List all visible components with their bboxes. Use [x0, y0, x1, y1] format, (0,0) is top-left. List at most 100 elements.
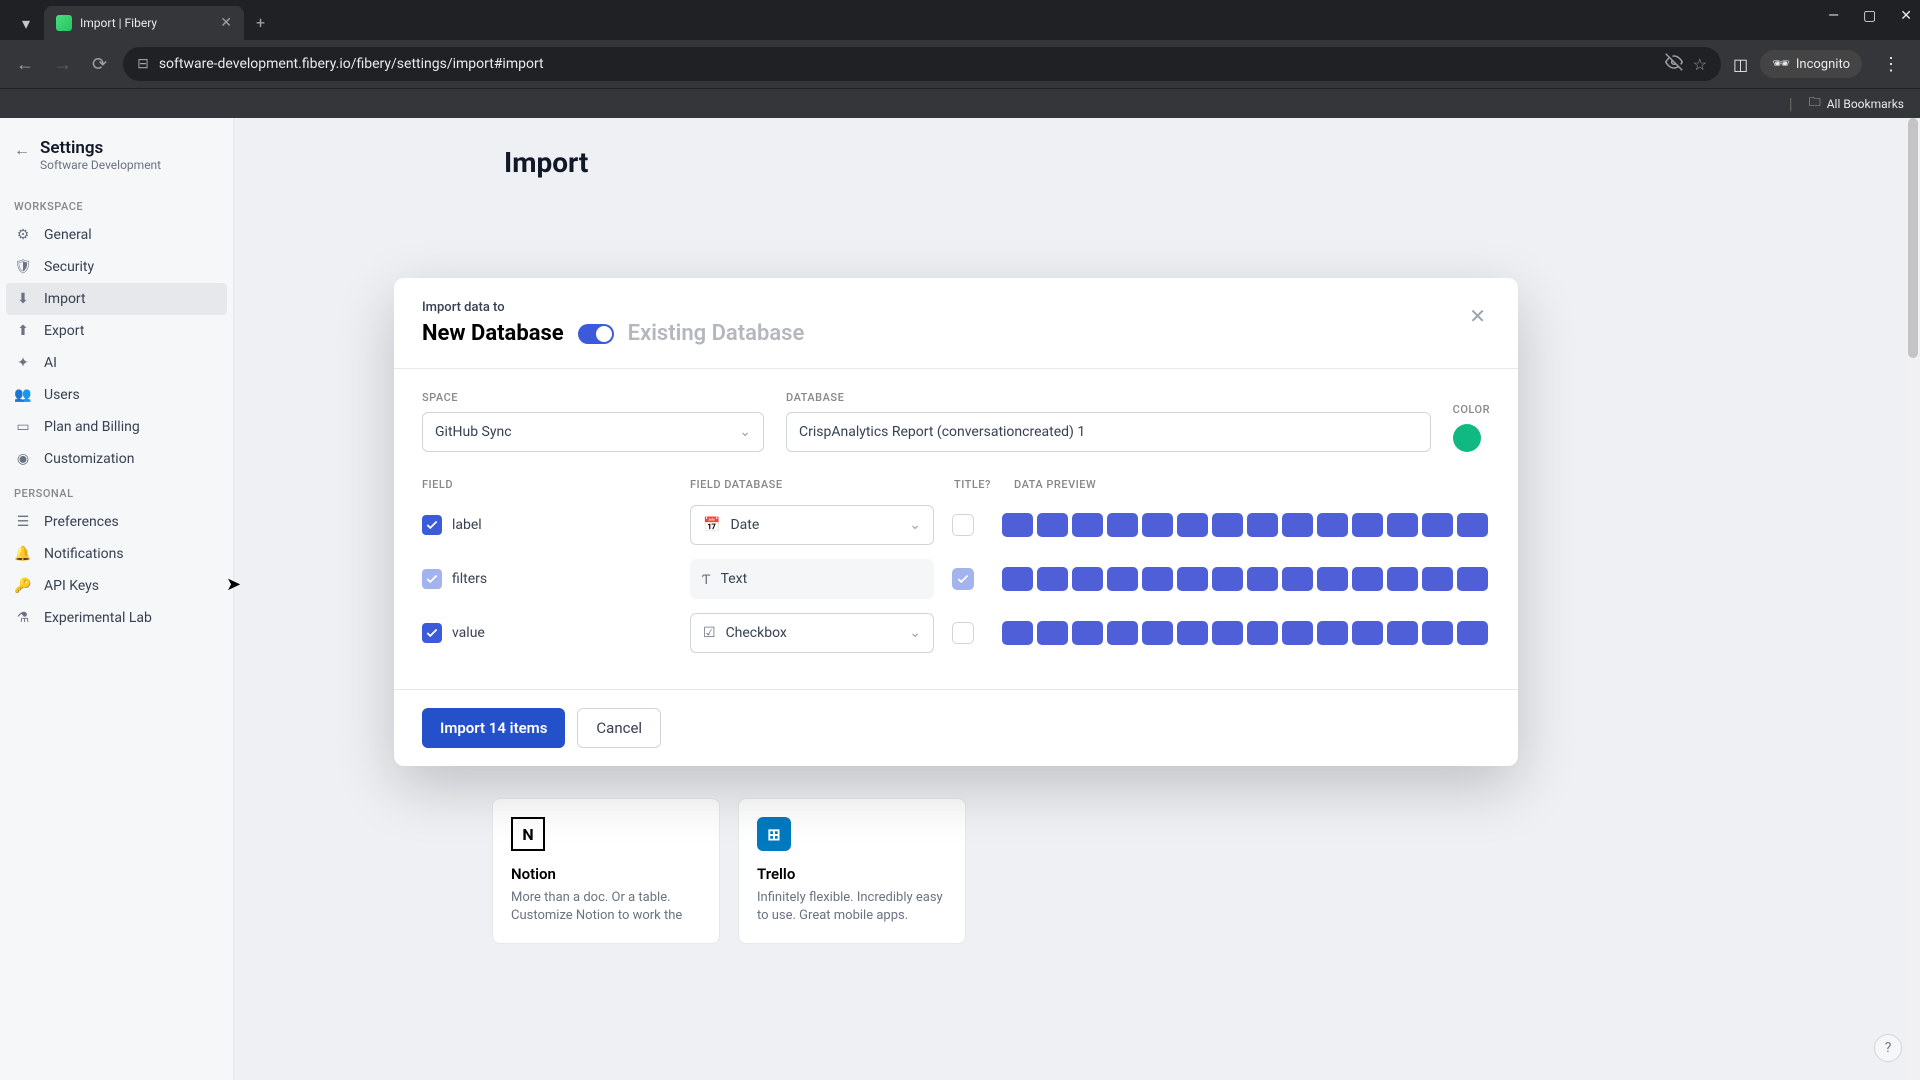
data-preview: [1002, 567, 1488, 591]
sidebar-item-ai[interactable]: ✦ AI: [0, 347, 233, 379]
scrollbar-thumb[interactable]: [1908, 118, 1918, 358]
field-row-value: value ☑ Checkbox ⌄: [422, 613, 1490, 653]
users-icon: 👥: [14, 386, 32, 404]
field-checkbox[interactable]: [422, 515, 442, 535]
close-window-icon[interactable]: ✕: [1900, 8, 1912, 24]
card-desc: Infinitely flexible. Incredibly easy to …: [757, 889, 947, 925]
eye-blocked-icon[interactable]: [1665, 53, 1683, 75]
import-button[interactable]: Import 14 items: [422, 708, 565, 748]
sidebar-item-customization[interactable]: ◉Customization: [0, 443, 233, 475]
sidebar-item-security[interactable]: 🛡Security: [0, 251, 233, 283]
import-icon: ⬇: [14, 290, 32, 308]
side-panel-icon[interactable]: ◫: [1733, 55, 1748, 74]
sidebar-item-billing[interactable]: ▭Plan and Billing: [0, 411, 233, 443]
title-checkbox[interactable]: [952, 622, 974, 644]
section-workspace: WORKSPACE: [0, 188, 233, 219]
trello-icon: ⊞: [757, 817, 791, 851]
back-button[interactable]: ←: [12, 50, 38, 79]
address-bar[interactable]: ⊟ software-development.fibery.io/fibery/…: [123, 47, 1721, 81]
sidebar-item-general[interactable]: ⚙General: [0, 219, 233, 251]
field-row-label: label 📅 Date ⌄: [422, 505, 1490, 545]
text-icon: Ƭ: [702, 571, 711, 588]
scrollbar-track[interactable]: [1906, 118, 1920, 1080]
preview-header: DATA PREVIEW: [1014, 478, 1490, 491]
sidebar-item-label: Export: [44, 323, 84, 339]
site-settings-icon[interactable]: ⊟: [137, 56, 149, 72]
data-preview: [1002, 513, 1488, 537]
space-value: GitHub Sync: [435, 424, 512, 440]
settings-sidebar: ← Settings Software Development WORKSPAC…: [0, 118, 234, 1080]
existing-database-option[interactable]: Existing Database: [628, 321, 805, 346]
sidebar-item-api-keys[interactable]: 🔑 API Keys: [0, 570, 233, 602]
field-name: label: [452, 517, 690, 533]
main-area: Import data into Fibery. Tasks, Docs, Ch…: [234, 118, 1920, 1080]
field-row-filters: filters Ƭ Text: [422, 559, 1490, 599]
all-bookmarks-button[interactable]: 🗀 All Bookmarks: [1809, 93, 1904, 114]
forward-button[interactable]: →: [50, 50, 76, 79]
sidebar-item-users[interactable]: 👥Users: [0, 379, 233, 411]
close-icon[interactable]: ✕: [1465, 300, 1490, 332]
help-button[interactable]: ?: [1874, 1034, 1902, 1062]
browser-menu-icon[interactable]: ⋮: [1874, 50, 1908, 79]
app-content: ← Settings Software Development WORKSPAC…: [0, 118, 1920, 1080]
title-checkbox[interactable]: [952, 568, 974, 590]
new-tab-button[interactable]: +: [244, 5, 277, 40]
field-checkbox[interactable]: [422, 623, 442, 643]
color-label: COLOR: [1453, 403, 1490, 416]
calendar-icon: 📅: [703, 517, 720, 533]
incognito-label: Incognito: [1796, 57, 1850, 72]
browser-tab[interactable]: Import | Fibery ✕: [44, 6, 244, 40]
card-desc: More than a doc. Or a table. Customize N…: [511, 889, 701, 925]
minimize-icon[interactable]: —: [1828, 8, 1839, 24]
database-toggle[interactable]: [578, 324, 614, 344]
sidebar-item-experimental[interactable]: ⚗Experimental Lab: [0, 602, 233, 634]
field-type-readonly: Ƭ Text: [690, 559, 934, 599]
cancel-button[interactable]: Cancel: [577, 708, 661, 748]
chevron-down-icon: ⌄: [909, 625, 921, 641]
field-type-select[interactable]: ☑ Checkbox ⌄: [690, 613, 934, 653]
space-label: SPACE: [422, 391, 764, 404]
sidebar-item-preferences[interactable]: ☰Preferences: [0, 506, 233, 538]
title-checkbox[interactable]: [952, 514, 974, 536]
incognito-icon: 🕶: [1772, 56, 1790, 72]
field-type-value: Text: [721, 571, 748, 587]
field-name: filters: [452, 571, 690, 587]
field-name: value: [452, 625, 690, 641]
incognito-badge[interactable]: 🕶 Incognito: [1760, 50, 1862, 78]
sidebar-item-label: Plan and Billing: [44, 419, 140, 435]
field-type-select[interactable]: 📅 Date ⌄: [690, 505, 934, 545]
reload-button[interactable]: ⟳: [88, 50, 111, 79]
import-card-notion[interactable]: N Notion More than a doc. Or a table. Cu…: [492, 798, 720, 944]
sidebar-subtitle: Software Development: [40, 158, 161, 172]
new-database-option[interactable]: New Database: [422, 321, 564, 346]
tab-search-dropdown[interactable]: ▾: [8, 6, 44, 40]
sparkle-icon: ✦: [14, 354, 32, 372]
sidebar-item-notifications[interactable]: 🔔Notifications: [0, 538, 233, 570]
key-icon: 🔑: [14, 577, 32, 595]
palette-icon: ◉: [14, 450, 32, 468]
import-card-trello[interactable]: ⊞ Trello Infinitely flexible. Incredibly…: [738, 798, 966, 944]
address-bar-row: ← → ⟳ ⊟ software-development.fibery.io/f…: [0, 40, 1920, 88]
bookmark-star-icon[interactable]: ☆: [1693, 55, 1707, 74]
bookmark-bar: | 🗀 All Bookmarks: [0, 88, 1920, 118]
tab-title: Import | Fibery: [80, 16, 212, 30]
tab-bar: ▾ Import | Fibery ✕ + — ▢ ✕: [0, 0, 1920, 40]
sidebar-item-export[interactable]: ⬆Export: [0, 315, 233, 347]
favicon-icon: [56, 15, 72, 31]
field-checkbox[interactable]: [422, 569, 442, 589]
toggle-knob: [596, 326, 612, 342]
window-controls: — ▢ ✕: [1828, 8, 1912, 24]
maximize-icon[interactable]: ▢: [1863, 8, 1876, 24]
bell-icon: 🔔: [14, 545, 32, 563]
sidebar-back-icon[interactable]: ←: [14, 138, 30, 160]
sliders-icon: ☰: [14, 513, 32, 531]
sidebar-item-import[interactable]: ⬇Import: [6, 283, 227, 315]
gear-icon: ⚙: [14, 226, 32, 244]
space-select[interactable]: GitHub Sync ⌄: [422, 412, 764, 452]
tab-close-icon[interactable]: ✕: [220, 15, 232, 31]
sidebar-item-label: API Keys: [44, 578, 99, 594]
checkbox-icon: ☑: [703, 625, 716, 641]
sidebar-item-label: AI: [44, 355, 57, 371]
color-picker[interactable]: [1453, 424, 1481, 452]
database-name-input[interactable]: [786, 412, 1431, 452]
